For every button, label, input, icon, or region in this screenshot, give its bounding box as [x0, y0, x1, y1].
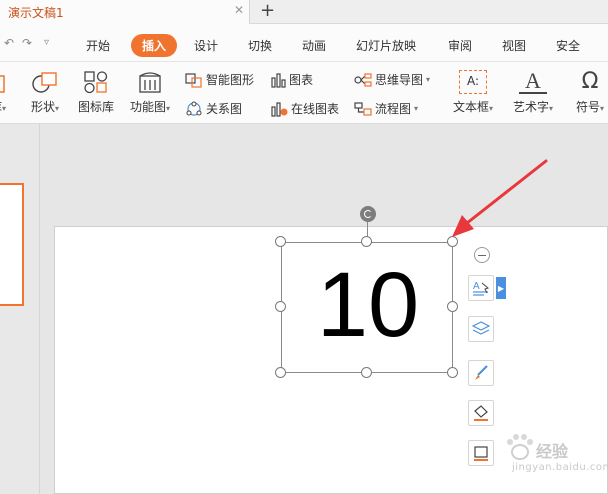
icon-library-icon — [84, 71, 108, 94]
relation-chart-button[interactable]: 关系图 — [185, 100, 242, 117]
menu-security[interactable]: 安全 — [556, 37, 580, 54]
resize-handle-top[interactable] — [361, 236, 372, 247]
function-chart-label: 功能图 — [129, 100, 166, 114]
insert-ribbon: 库▾ 形状▾ 图标库 功能图▾ 智能图形 — [0, 62, 608, 124]
menu-insert[interactable]: 插入 — [131, 34, 178, 57]
resize-handle-top-left[interactable] — [275, 236, 286, 247]
online-chart-button[interactable]: 在线图表 — [270, 100, 339, 117]
menu-start[interactable]: 开始 — [86, 37, 110, 54]
outline-icon — [474, 446, 488, 461]
fill-bucket-icon — [474, 405, 488, 421]
online-chart-icon — [271, 101, 288, 117]
mind-map-button[interactable]: 思维导图 ▾ — [354, 71, 430, 88]
picture-library-button[interactable]: 库▾ — [0, 72, 8, 115]
plus-icon[interactable]: + — [260, 0, 275, 22]
resize-handle-bottom-right[interactable] — [447, 367, 458, 378]
omega-icon: Ω — [581, 69, 599, 94]
svg-text:A: A — [473, 281, 480, 292]
shape-label: 形状 — [30, 100, 55, 114]
redo-icon[interactable]: ↷ — [22, 36, 32, 50]
slide-number-text[interactable]: 10 — [282, 255, 454, 355]
chart-icon — [271, 72, 286, 88]
menu-view[interactable]: 视图 — [502, 37, 526, 54]
picture-library-icon — [0, 75, 5, 93]
online-chart-label: 在线图表 — [291, 102, 340, 116]
resize-handle-right[interactable] — [447, 301, 458, 312]
text-box-button[interactable]: A: 文本框▾ — [446, 70, 500, 115]
title-bar: 演示文稿1 ✕ + — [0, 0, 608, 24]
flowchart-button[interactable]: 流程图 ▾ — [354, 100, 418, 117]
menu-slideshow[interactable]: 幻灯片放映 — [356, 37, 416, 54]
smart-shape-label: 智能图形 — [206, 73, 255, 87]
art-text-button[interactable]: A 艺术字▾ — [506, 70, 560, 115]
function-chart-button[interactable]: 功能图▾ — [124, 70, 176, 115]
undo-icon[interactable]: ↶ — [4, 36, 14, 50]
selected-text-box[interactable]: 10 — [281, 242, 453, 373]
menu-design[interactable]: 设计 — [194, 37, 218, 54]
rotate-handle-icon[interactable] — [360, 206, 376, 222]
icon-library-button[interactable]: 图标库 — [74, 70, 118, 115]
customize-dropdown-icon[interactable]: ▿ — [44, 37, 49, 48]
flowchart-icon — [354, 101, 372, 116]
close-tab-icon[interactable]: ✕ — [234, 3, 244, 17]
smart-shape-icon — [185, 72, 202, 88]
watermark-url: jingyan.baidu.com — [512, 462, 608, 473]
outline-button[interactable] — [468, 440, 494, 466]
baidu-watermark: 经验 jingyan.baidu.com — [500, 428, 608, 484]
menu-bar: ↶ ↷ ▿ 开始 插入 设计 切换 动画 幻灯片放映 审阅 视图 安全 — [0, 24, 608, 62]
expand-toolbar-icon[interactable]: ▶ — [496, 277, 506, 299]
fill-button[interactable] — [468, 400, 494, 426]
chart-button[interactable]: 图表 — [270, 71, 313, 88]
chart-label: 图表 — [289, 73, 314, 87]
menu-animation[interactable]: 动画 — [302, 37, 326, 54]
function-chart-icon — [139, 72, 161, 93]
layers-icon — [472, 321, 490, 335]
resize-handle-bottom[interactable] — [361, 367, 372, 378]
document-title: 演示文稿1 — [8, 6, 64, 20]
mind-map-icon — [354, 72, 372, 87]
resize-handle-bottom-left[interactable] — [275, 367, 286, 378]
mind-map-label: 思维导图 — [375, 73, 424, 87]
flowchart-label: 流程图 — [375, 102, 412, 116]
relation-chart-icon — [186, 101, 202, 116]
menu-review[interactable]: 审阅 — [448, 37, 472, 54]
paw-logo-icon — [507, 434, 533, 460]
text-wrap-icon: A — [473, 281, 490, 296]
resize-handle-left[interactable] — [275, 301, 286, 312]
red-arrow-annotation — [452, 159, 548, 237]
relation-chart-label: 关系图 — [206, 102, 243, 116]
layer-button[interactable] — [468, 316, 494, 342]
slide-thumbnail-pane — [0, 124, 40, 494]
watermark-text: 经验 — [536, 442, 569, 461]
brush-icon — [475, 365, 488, 380]
art-text-label: 艺术字 — [512, 100, 549, 114]
shape-icon — [32, 72, 57, 93]
text-box-icon: A: — [459, 70, 487, 94]
menu-switch[interactable]: 切换 — [248, 37, 272, 54]
text-box-label: 文本框 — [452, 100, 489, 114]
format-painter-button[interactable] — [468, 360, 494, 386]
art-text-icon: A — [519, 70, 547, 94]
text-wrap-button[interactable]: A — [468, 275, 494, 301]
smart-shape-button[interactable]: 智能图形 — [185, 71, 254, 88]
slide-thumbnail[interactable] — [0, 183, 24, 306]
symbol-button[interactable]: Ω 符号▾ — [568, 70, 608, 115]
icon-library-label: 图标库 — [77, 100, 114, 114]
document-tab[interactable]: 演示文稿1 ✕ — [0, 0, 250, 24]
symbol-label: 符号 — [575, 100, 600, 114]
shape-button[interactable]: 形状▾ — [22, 70, 68, 115]
